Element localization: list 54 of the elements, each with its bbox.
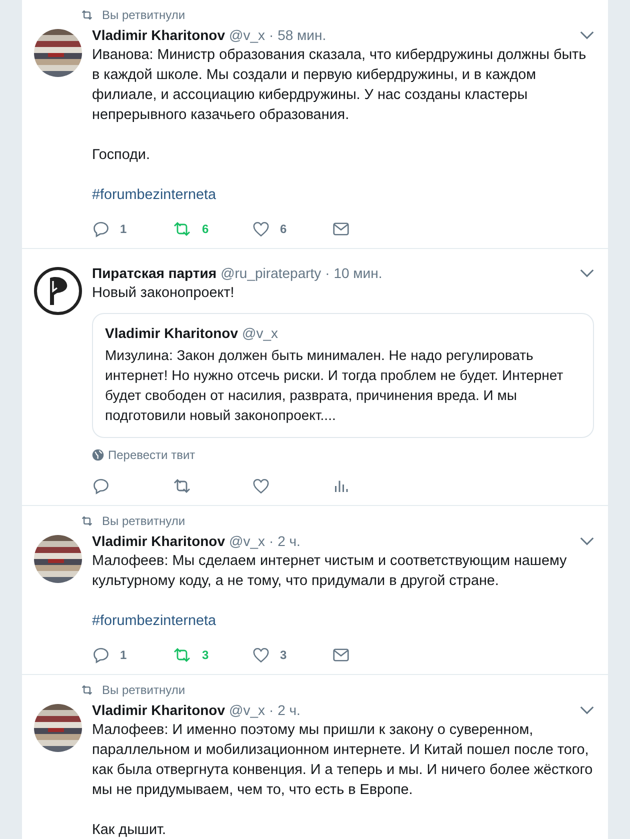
reply-icon[interactable] bbox=[92, 220, 110, 238]
action-count: 1 bbox=[120, 222, 127, 236]
author-name[interactable]: Vladimir Kharitonov bbox=[92, 26, 226, 45]
user-handle[interactable]: @v_x bbox=[229, 701, 266, 720]
translate-link[interactable]: Перевести твит bbox=[108, 448, 196, 462]
retweet-icon bbox=[80, 683, 94, 697]
tweet-time[interactable]: · 10 мин. bbox=[325, 264, 382, 283]
tweet-text: Как дышит. bbox=[92, 821, 167, 839]
tweet-text: Новый законопроект! bbox=[92, 284, 236, 303]
chevron-down-icon[interactable] bbox=[580, 537, 594, 546]
author-name[interactable]: Vladimir Kharitonov bbox=[92, 701, 226, 720]
tweet-time[interactable]: · 2 ч. bbox=[269, 701, 300, 720]
action-count: 3 bbox=[202, 648, 209, 662]
author-name[interactable]: Пиратская партия bbox=[92, 264, 217, 283]
author-name: Vladimir Kharitonov bbox=[105, 324, 238, 343]
retweet-note: Вы ретвитнули bbox=[102, 683, 186, 697]
action-count: 6 bbox=[202, 222, 209, 236]
quoted-text: Мизулина: Закон должен быть минимален. Не надо регулировать интернет! Но нужно отсечь риски. И тогда проблем не будет. Интернет будет свободен от насилия, разврата, причинения вреда. И мы подготовили новый законопроект.... bbox=[105, 346, 564, 425]
heart-icon[interactable] bbox=[252, 220, 270, 238]
retweet-icon[interactable] bbox=[172, 477, 192, 495]
action-count: 3 bbox=[280, 648, 287, 662]
retweet-note: Вы ретвитнули bbox=[102, 8, 186, 22]
globe-icon bbox=[92, 449, 104, 461]
action-count: 6 bbox=[280, 222, 287, 236]
hashtag-link[interactable]: #forumbezinterneta bbox=[92, 187, 216, 203]
tweet-text: Иванова: Министр образования сказала, что кибердружины должны быть в каждой школе. Мы создали и первую кибердружины, и в каждом филиале, и ассоциацию кибердружины. У нас созданы кластеры непрерывного казачьего образования. bbox=[92, 46, 588, 125]
action-count: 1 bbox=[120, 648, 127, 662]
tweet-text: Малофеев: Мы сделаем интернет чистым и соответствующим нашему культурному коду, а не тому, что придумали в другой стране. bbox=[92, 552, 568, 591]
user-handle[interactable]: @ru_pirateparty bbox=[220, 264, 322, 283]
chevron-down-icon[interactable] bbox=[580, 269, 594, 278]
reply-icon[interactable] bbox=[92, 646, 110, 664]
retweet-icon bbox=[80, 8, 94, 22]
retweet-icon[interactable] bbox=[172, 646, 192, 664]
user-handle[interactable]: @v_x bbox=[229, 532, 266, 551]
envelope-icon[interactable] bbox=[332, 220, 350, 238]
tweet-text: Малофеев: И именно поэтому мы пришли к закону о суверенном, параллельном и мобилизационном интернете. И Китай пошел после того, как была отвергнута конвенция. И а теперь и мы. И ничего более жёсткого мы не придумываем, чем то, что есть в Европе. bbox=[92, 721, 594, 800]
reply-icon[interactable] bbox=[92, 477, 110, 495]
chevron-down-icon[interactable] bbox=[580, 706, 594, 715]
envelope-icon[interactable] bbox=[332, 646, 350, 664]
tweet-text: Господи. bbox=[92, 146, 151, 165]
tweet-time[interactable]: · 2 ч. bbox=[269, 532, 300, 551]
quoted-tweet[interactable] bbox=[92, 313, 594, 438]
retweet-icon[interactable] bbox=[172, 220, 192, 238]
tweet-time[interactable]: · 58 мин. bbox=[269, 26, 326, 45]
user-handle[interactable]: @v_x bbox=[229, 26, 266, 45]
retweet-note: Вы ретвитнули bbox=[102, 514, 186, 528]
retweet-icon bbox=[80, 514, 94, 528]
heart-icon[interactable] bbox=[252, 477, 270, 495]
user-handle: @v_x bbox=[242, 324, 278, 343]
flag-logo-icon bbox=[34, 267, 82, 315]
hashtag-link[interactable]: #forumbezinterneta bbox=[92, 613, 216, 629]
author-name[interactable]: Vladimir Kharitonov bbox=[92, 532, 226, 551]
heart-icon[interactable] bbox=[252, 646, 270, 664]
chevron-down-icon[interactable] bbox=[580, 31, 594, 40]
